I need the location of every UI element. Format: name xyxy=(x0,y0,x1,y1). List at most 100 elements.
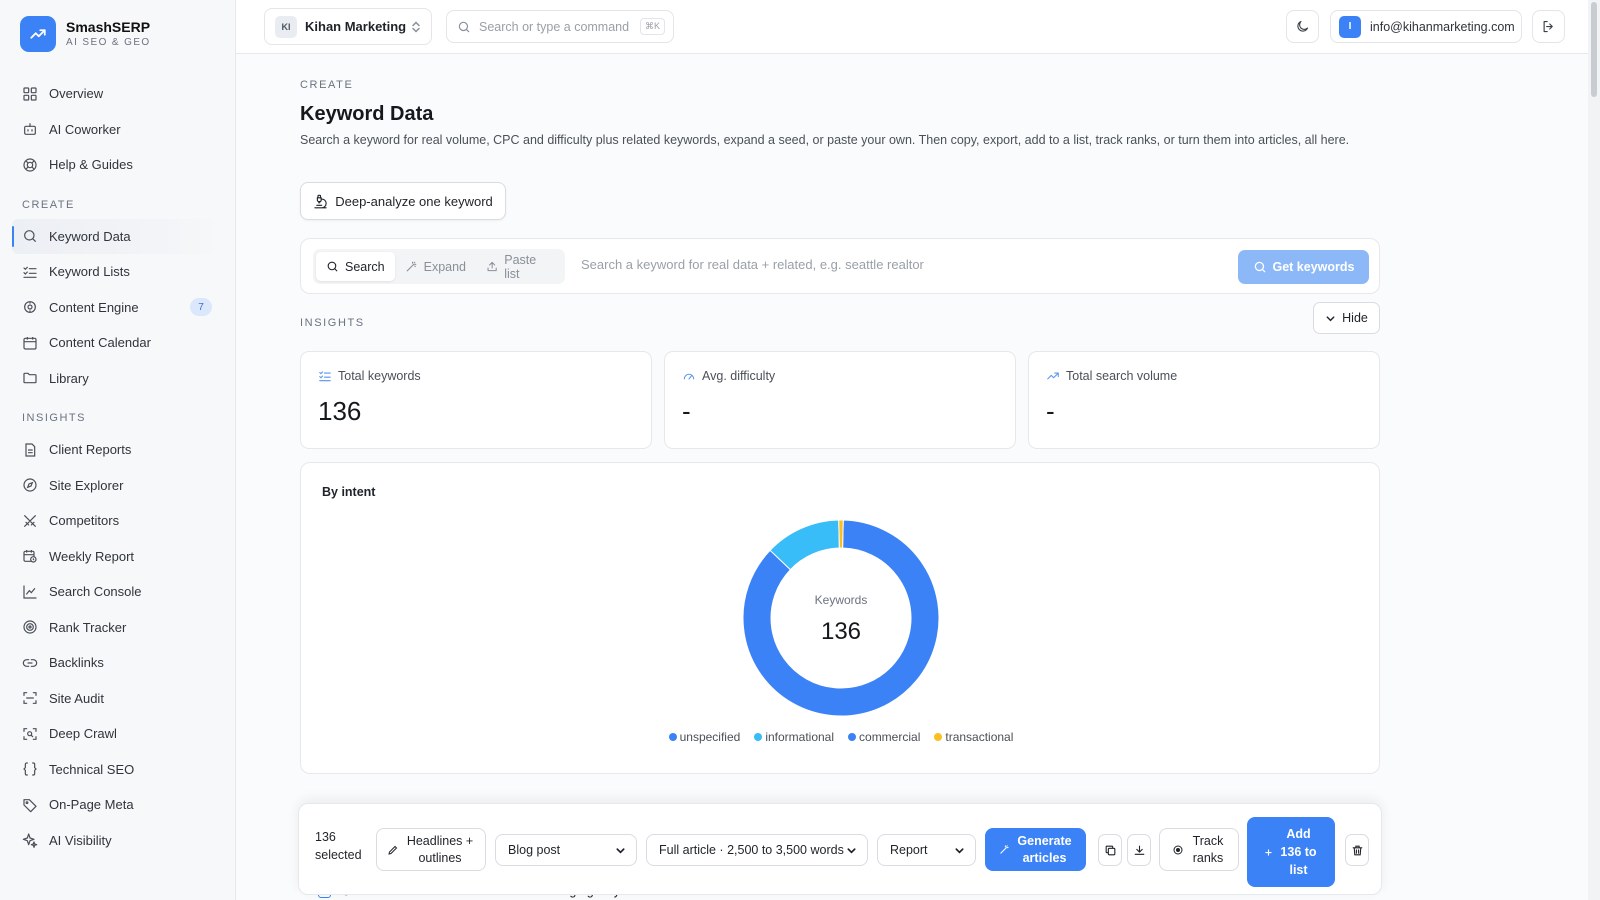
robot-icon xyxy=(24,123,36,136)
legend-item-informational[interactable]: informational xyxy=(754,730,834,744)
command-search[interactable]: Search or type a command ⌘K xyxy=(446,10,674,43)
article-length-select[interactable]: Full article · 2,500 to 3,500 words xyxy=(646,834,868,866)
sidebar-item-label: Content Calendar xyxy=(49,335,151,351)
legend-label: unspecified xyxy=(679,730,741,744)
link-icon xyxy=(22,658,38,667)
sidebar-item-keyword-data[interactable]: Keyword Data xyxy=(12,218,222,254)
sidebar-item-site-explorer[interactable]: Site Explorer xyxy=(12,468,222,504)
sidebar-item-content-engine[interactable]: Content Engine 7 xyxy=(12,290,222,326)
sidebar-item-label: Keyword Lists xyxy=(49,264,130,280)
sidebar-item-backlinks[interactable]: Backlinks xyxy=(12,645,222,681)
sparkles-icon xyxy=(22,833,38,849)
stat-label: Avg. difficulty xyxy=(702,369,776,383)
sidebar-item-library[interactable]: Library xyxy=(12,361,222,397)
get-keywords-button[interactable]: Get keywords xyxy=(1238,250,1369,284)
hide-insights-button[interactable]: Hide xyxy=(1313,302,1380,334)
tab-paste-list[interactable]: Paste list xyxy=(476,252,562,281)
sidebar-item-label: Weekly Report xyxy=(49,548,135,564)
intent-chart-card: By intent Keywords 136 unspecified inform… xyxy=(300,462,1380,774)
download-icon xyxy=(1134,845,1144,855)
tab-expand[interactable]: Expand xyxy=(395,252,476,281)
tab-label: Search xyxy=(345,259,385,274)
add-to-list-button[interactable]: Add 136 to list xyxy=(1247,817,1335,887)
brand[interactable]: SmashSERP AI SEO & GEO xyxy=(20,16,151,52)
sidebar-item-label: Content Engine xyxy=(49,299,139,315)
brand-logo-icon xyxy=(20,16,56,52)
delete-button[interactable] xyxy=(1345,834,1369,866)
theme-toggle-button[interactable] xyxy=(1286,10,1319,43)
stat-value: 136 xyxy=(318,396,362,426)
pencil-icon xyxy=(388,845,398,855)
copy-button[interactable] xyxy=(1098,834,1122,866)
page-scrollbar[interactable] xyxy=(1588,0,1600,900)
account-menu[interactable]: I info@kihanmarketing.com xyxy=(1330,10,1522,43)
deep-analyze-button[interactable]: Deep-analyze one keyword xyxy=(300,182,506,220)
sidebar-item-search-console[interactable]: Search Console xyxy=(12,574,222,610)
sidebar-item-label: Technical SEO xyxy=(49,761,135,777)
sidebar-item-competitors[interactable]: Competitors xyxy=(12,503,222,539)
account-email: info@kihanmarketing.com xyxy=(1370,19,1515,34)
legend-label: commercial xyxy=(859,730,921,744)
sidebar-item-content-calendar[interactable]: Content Calendar xyxy=(12,325,222,361)
keyword-search-input[interactable]: Search a keyword for real data + related… xyxy=(581,257,1201,272)
wand-icon xyxy=(406,261,416,272)
sidebar-item-rank-tracker[interactable]: Rank Tracker xyxy=(12,610,222,646)
brand-name: SmashSERP xyxy=(66,19,151,35)
chevron-up-down-icon xyxy=(411,20,421,33)
search-mode-tabs: Search Expand Paste list xyxy=(313,249,565,284)
sidebar-item-help-guides[interactable]: Help & Guides xyxy=(12,147,222,183)
sidebar-item-ai-visibility[interactable]: AI Visibility xyxy=(12,823,222,859)
chevron-down-icon xyxy=(955,847,964,854)
workspace-switcher[interactable]: KI Kihan Marketing xyxy=(264,8,432,45)
scrollbar-thumb[interactable] xyxy=(1591,2,1597,97)
content-type-select[interactable]: Blog post xyxy=(495,834,637,866)
list-icon xyxy=(319,371,331,382)
sidebar-item-ai-coworker[interactable]: AI Coworker xyxy=(12,112,222,148)
sidebar-item-deep-crawl[interactable]: Deep Crawl xyxy=(12,716,222,752)
generate-articles-button[interactable]: Generate articles xyxy=(985,828,1086,871)
insights-heading: INSIGHTS xyxy=(300,317,365,329)
braces-icon xyxy=(23,762,37,776)
export-button[interactable] xyxy=(1127,834,1151,866)
legend-label: transactional xyxy=(945,730,1014,744)
logout-button[interactable] xyxy=(1532,10,1565,43)
stat-value: - xyxy=(1046,396,1055,426)
legend-item-transactional[interactable]: transactional xyxy=(934,730,1013,744)
tab-label: Paste list xyxy=(504,252,537,281)
upload-icon xyxy=(487,261,497,272)
sidebar-item-on-page-meta[interactable]: On-Page Meta xyxy=(12,787,222,823)
sidebar-item-client-reports[interactable]: Client Reports xyxy=(12,432,222,468)
sidebar-item-overview[interactable]: Overview xyxy=(12,76,222,112)
swords-icon xyxy=(24,514,36,527)
tab-search[interactable]: Search xyxy=(316,252,395,281)
legend-swatch xyxy=(848,733,857,741)
search-icon xyxy=(458,21,470,32)
sidebar-item-weekly-report[interactable]: Weekly Report xyxy=(12,539,222,575)
article-format-select[interactable]: Report xyxy=(877,834,976,866)
legend-item-unspecified[interactable]: unspecified xyxy=(668,730,741,744)
sidebar-item-site-audit[interactable]: Site Audit xyxy=(12,681,222,717)
get-keywords-label: Get keywords xyxy=(1272,260,1355,274)
stat-total-keywords: Total keywords 136 xyxy=(300,351,652,449)
plus-icon xyxy=(1264,848,1272,856)
selected-count: 136 selected xyxy=(315,828,375,864)
sidebar-item-keyword-lists[interactable]: Keyword Lists xyxy=(12,254,222,290)
brand-tagline: AI SEO & GEO xyxy=(66,37,151,48)
workspace-avatar: KI xyxy=(275,15,297,38)
page-title: Keyword Data xyxy=(300,103,434,125)
calendar-clock-icon xyxy=(23,550,37,563)
stat-label: Total search volume xyxy=(1066,369,1178,383)
legend-item-commercial[interactable]: commercial xyxy=(848,730,920,744)
content-engine-badge: 7 xyxy=(190,298,212,317)
sidebar-item-technical-seo[interactable]: Technical SEO xyxy=(12,752,222,788)
track-ranks-button[interactable]: Track ranks xyxy=(1159,828,1239,871)
sidebar-item-label: Competitors xyxy=(49,513,120,529)
line-chart-icon xyxy=(23,585,37,599)
article-format-value: Report xyxy=(890,843,928,857)
target-icon xyxy=(1173,845,1183,854)
grid-icon xyxy=(23,87,37,101)
donut-slice-transactional[interactable] xyxy=(838,519,844,549)
sidebar-item-label: Library xyxy=(49,370,89,386)
generate-articles-label: Generate articles xyxy=(1017,833,1072,865)
headlines-outlines-button[interactable]: Headlines + outlines xyxy=(376,828,486,871)
